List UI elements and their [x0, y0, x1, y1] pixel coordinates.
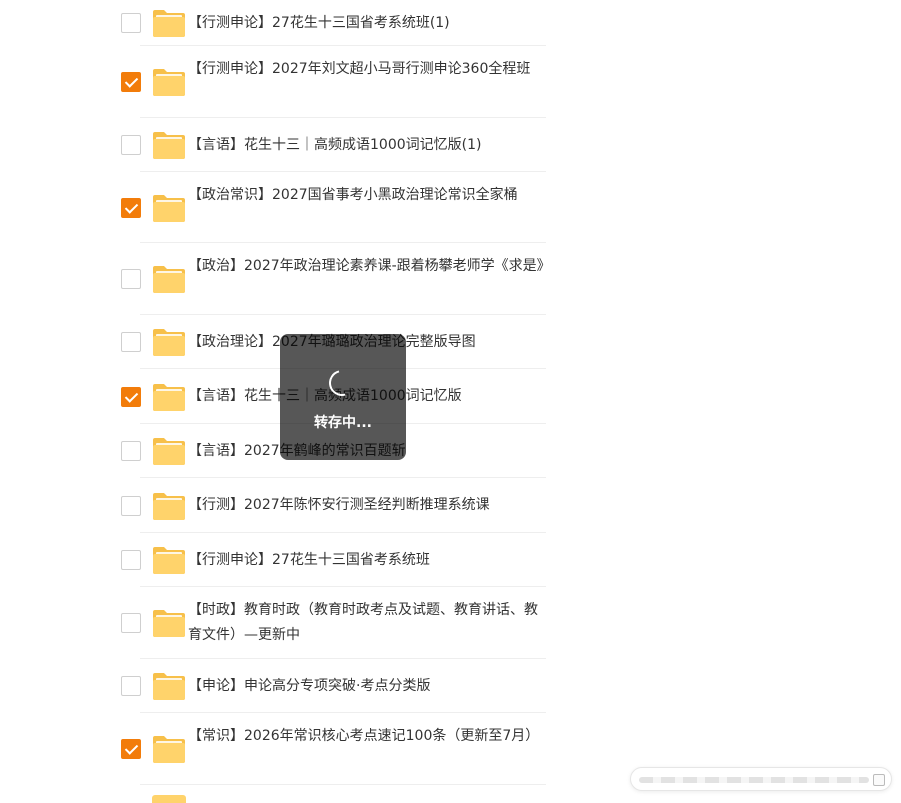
item-title[interactable]: 【时政】教育时政（教育时政考点及试题、教育讲话、教育文件）—更新中: [188, 598, 544, 648]
item-title[interactable]: 【政治】2027年政治理论素养课-跟着杨攀老师学《求是》: [188, 254, 551, 279]
list-item[interactable]: 【行测申论】27花生十三国省考系统班: [0, 533, 901, 587]
item-checkbox[interactable]: [121, 135, 141, 155]
folder-icon: [153, 266, 185, 293]
folder-icon: [152, 795, 186, 803]
list-item[interactable]: 【政治理论】2027年璐璐政治理论完整版导图: [0, 315, 901, 369]
folder-icon: [153, 329, 185, 356]
item-checkbox[interactable]: [121, 739, 141, 759]
item-checkbox[interactable]: [121, 197, 141, 218]
list-item[interactable]: 【行测申论】27花生十三国省考系统班(1): [0, 0, 901, 46]
row-divider: [140, 784, 546, 785]
item-title[interactable]: 【申论】申论高分专项突破·考点分类版: [188, 674, 544, 699]
folder-icon: [153, 610, 185, 637]
progress-track: [639, 777, 869, 783]
item-checkbox[interactable]: [121, 72, 141, 92]
item-title[interactable]: 【常识】2026年常识核心考点速记100条（更新至7月）: [188, 724, 544, 749]
item-checkbox[interactable]: [121, 386, 141, 407]
list-item[interactable]: 【行测】2027年陈怀安行测圣经判断推理系统课: [0, 478, 901, 533]
folder-icon: [153, 736, 185, 763]
item-checkbox[interactable]: [121, 550, 141, 570]
item-checkbox[interactable]: [121, 613, 141, 633]
item-title[interactable]: 【行测】2027年陈怀安行测圣经判断推理系统课: [188, 493, 544, 518]
folder-icon: [153, 69, 185, 96]
folder-icon: [153, 492, 185, 520]
folder-icon: [153, 547, 185, 574]
folder-icon: [153, 194, 185, 222]
item-title[interactable]: 【行测申论】27花生十三国省考系统班: [188, 548, 544, 573]
folder-icon: [153, 132, 185, 159]
folder-icon: [153, 673, 185, 700]
toast-text: 转存中...: [314, 415, 372, 431]
list-item[interactable]: 【言语】花生十三｜高频成语1000词记忆版: [0, 369, 901, 424]
item-title[interactable]: 【政治常识】2027国省事考小黑政治理论常识全家桶: [188, 183, 544, 208]
item-checkbox[interactable]: [121, 269, 141, 289]
item-title[interactable]: 【言语】花生十三｜高频成语1000词记忆版(1): [188, 133, 544, 158]
folder-icon: [153, 10, 185, 37]
item-title[interactable]: 【行测申论】27花生十三国省考系统班(1): [188, 11, 544, 36]
item-checkbox[interactable]: [121, 676, 141, 696]
loading-toast: 转存中...: [280, 334, 406, 460]
list-item[interactable]: 【申论】申论高分专项突破·考点分类版: [0, 659, 901, 713]
progress-handle[interactable]: [873, 774, 885, 786]
list-item[interactable]: 【时政】教育时政（教育时政考点及试题、教育讲话、教育文件）—更新中: [0, 587, 901, 659]
list-item[interactable]: 【言语】花生十三｜高频成语1000词记忆版(1): [0, 118, 901, 172]
item-checkbox[interactable]: [121, 332, 141, 352]
item-checkbox[interactable]: [121, 441, 141, 461]
folder-icon: [153, 383, 185, 411]
list-item[interactable]: 【行测申论】2027年刘文超小马哥行测申论360全程班: [0, 46, 901, 118]
list-item[interactable]: 【政治常识】2027国省事考小黑政治理论常识全家桶: [0, 172, 901, 243]
item-checkbox[interactable]: [121, 495, 141, 516]
item-checkbox[interactable]: [121, 13, 141, 33]
scroll-progress-bar[interactable]: [630, 767, 892, 791]
list-item[interactable]: 【政治】2027年政治理论素养课-跟着杨攀老师学《求是》: [0, 243, 901, 315]
loading-spinner-icon: [324, 365, 360, 401]
item-title[interactable]: 【行测申论】2027年刘文超小马哥行测申论360全程班: [188, 57, 544, 82]
folder-icon: [153, 438, 185, 465]
list-item[interactable]: 【言语】2027年鹤峰的常识百题斩: [0, 424, 901, 478]
